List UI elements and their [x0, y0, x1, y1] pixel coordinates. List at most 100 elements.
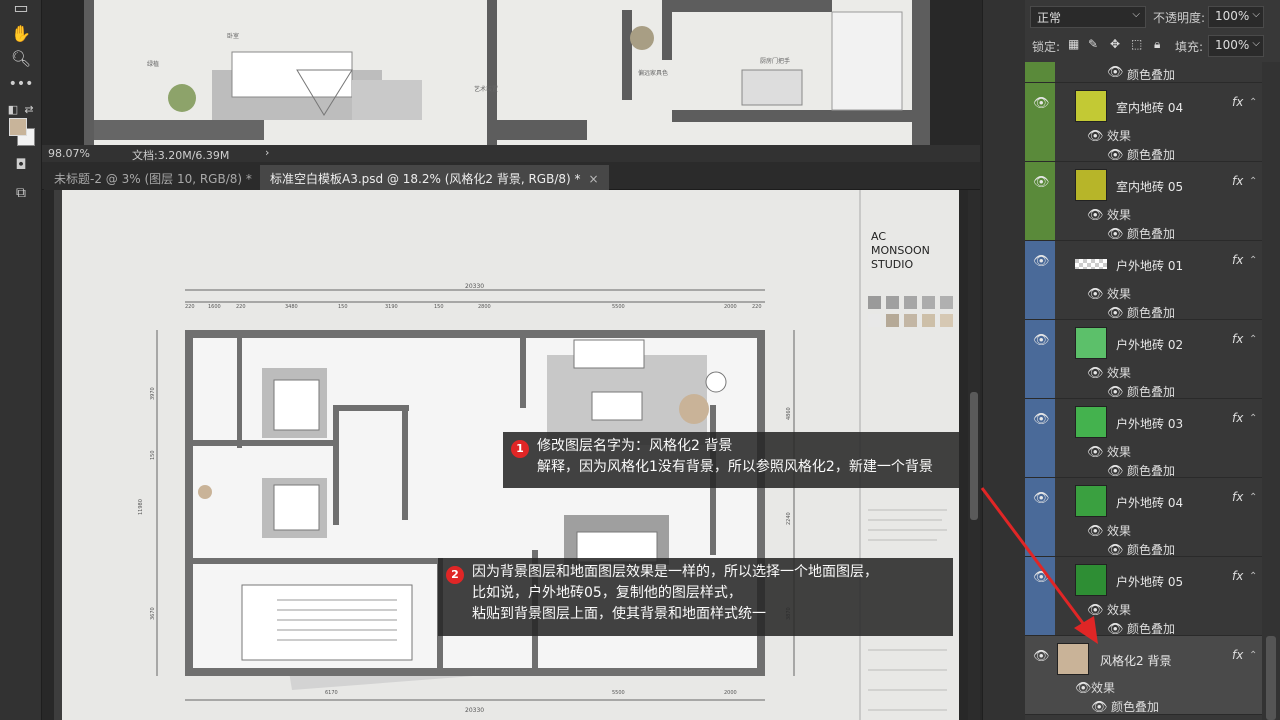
more-tools-icon[interactable]: •••	[8, 71, 34, 97]
close-icon[interactable]: ×	[589, 172, 599, 186]
top-floorplan: 卧室 绿植 艺术装置 偏远家具色 厨房门把手	[84, 0, 930, 145]
zoom-tool-icon[interactable]: 🔍︎	[8, 45, 34, 71]
fx-icon[interactable]: fx	[1232, 174, 1243, 188]
chevron-up-icon[interactable]: ⌃	[1249, 413, 1257, 424]
layer-name[interactable]: 户外地砖 01	[1116, 257, 1183, 274]
chevron-up-icon[interactable]: ⌃	[1249, 255, 1257, 266]
effect-color-overlay: 颜色叠加	[1127, 227, 1176, 241]
blend-mode-select[interactable]: 正常 ⌵	[1030, 6, 1146, 28]
chevron-up-icon[interactable]: ⌃	[1249, 650, 1257, 661]
quick-mask-icon[interactable]: ◘	[8, 152, 34, 178]
eye-icon[interactable]: 👁︎	[1087, 446, 1104, 459]
effect-color-overlay: 颜色叠加	[1127, 68, 1176, 82]
rectangle-tool-icon[interactable]: ▭	[8, 0, 34, 20]
effects-label: 效果	[1107, 524, 1132, 538]
brush-icon[interactable]: ✎	[1088, 37, 1098, 51]
eye-icon[interactable]: 👁︎	[1107, 66, 1124, 79]
layer-name[interactable]: 室内地砖 05	[1116, 178, 1183, 195]
layer-name[interactable]: 户外地砖 02	[1116, 336, 1183, 353]
artboard-icon[interactable]: ⬚	[1131, 37, 1142, 51]
tab-template-a3[interactable]: 标准空白模板A3.psd @ 18.2% (风格化2 背景, RGB/8) * ×	[260, 165, 609, 190]
eye-icon[interactable]: 👁︎	[1087, 367, 1104, 380]
layer-row[interactable]: 👁︎ 室内地砖 04 fx ⌃ 👁︎ 效果 👁︎ 颜色叠加	[1025, 83, 1262, 162]
eye-icon[interactable]: 👁︎	[1033, 97, 1050, 110]
layer-name[interactable]: 室内地砖 04	[1116, 99, 1183, 116]
layer-row[interactable]: 👁︎ 户外地砖 01 fx ⌃ 👁︎ 效果 👁︎ 颜色叠加	[1025, 241, 1262, 320]
layer-name[interactable]: 户外地砖 05	[1116, 573, 1183, 590]
dim-left: 150	[150, 450, 156, 460]
foreground-color-swatch[interactable]	[9, 118, 27, 136]
layer-name[interactable]: 风格化2 背景	[1100, 652, 1171, 669]
layer-thumbnail	[1075, 327, 1107, 359]
chevron-down-icon: ⌵	[1132, 9, 1140, 20]
dim-top: 220	[752, 304, 762, 310]
plan-label: 厨房门把手	[760, 57, 790, 65]
top-document-canvas[interactable]: 卧室 绿植 艺术装置 偏远家具色 厨房门把手	[42, 0, 980, 145]
eye-icon[interactable]: 👁︎	[1033, 176, 1050, 189]
screen-mode-icon[interactable]: ⧉	[8, 180, 34, 206]
layers-scroll-thumb[interactable]	[1266, 636, 1276, 720]
chevron-up-icon[interactable]: ⌃	[1249, 97, 1257, 108]
dim-top: 1600	[208, 304, 221, 310]
layers-scrollbar[interactable]	[1262, 62, 1280, 720]
layer-row[interactable]: 👁︎ 室内地砖 05 fx ⌃ 👁︎ 效果 👁︎ 颜色叠加	[1025, 162, 1262, 241]
status-menu-caret-icon[interactable]: ›	[265, 146, 269, 159]
status-bar: 98.07% 文档:3.20M/6.39M ›	[42, 145, 980, 162]
eye-icon[interactable]: 👁︎	[1033, 413, 1050, 426]
chevron-up-icon[interactable]: ⌃	[1249, 176, 1257, 187]
layer-row[interactable]: 👁︎ 户外地砖 03 fx ⌃ 👁︎ 效果 👁︎ 颜色叠加	[1025, 399, 1262, 478]
layer-name[interactable]: 户外地砖 04	[1116, 494, 1183, 511]
fx-icon[interactable]: fx	[1232, 490, 1243, 504]
main-document-canvas[interactable]: 20330 20330 220 1600 220 3480 150 3190 1…	[42, 190, 980, 720]
opacity-input[interactable]: 100% ⌵	[1208, 6, 1264, 28]
dim-bottom: 2000	[724, 690, 737, 696]
zoom-level[interactable]: 98.07%	[48, 147, 90, 160]
chevron-up-icon[interactable]: ⌃	[1249, 334, 1257, 345]
lock-icon[interactable]: 🔒︎	[1154, 37, 1160, 52]
dim-bottom: 5500	[612, 690, 625, 696]
eye-icon[interactable]: 👁︎	[1107, 465, 1124, 478]
callout-2: 2 因为背景图层和地面图层效果是一样的，所以选择一个地面图层， 比如说，户外地砖…	[438, 558, 953, 636]
fill-label: 填充:	[1175, 40, 1204, 54]
eye-icon[interactable]: 👁︎	[1107, 149, 1124, 162]
fx-icon[interactable]: fx	[1232, 332, 1243, 346]
effect-color-overlay: 颜色叠加	[1111, 700, 1160, 714]
dim-top: 150	[338, 304, 348, 310]
layer-row[interactable]: 👁︎ 户外地砖 02 fx ⌃ 👁︎ 效果 👁︎ 颜色叠加	[1025, 320, 1262, 399]
fx-icon[interactable]: fx	[1232, 95, 1243, 109]
dim-bottom-total: 20330	[465, 707, 484, 714]
eye-icon[interactable]: 👁︎	[1107, 228, 1124, 241]
move-icon[interactable]: ✥	[1110, 37, 1120, 51]
fx-icon[interactable]: fx	[1232, 411, 1243, 425]
fx-icon[interactable]: fx	[1232, 253, 1243, 267]
effect-color-overlay: 颜色叠加	[1127, 543, 1176, 557]
chevron-up-icon[interactable]: ⌃	[1249, 492, 1257, 503]
eye-icon[interactable]: 👁︎	[1091, 701, 1108, 714]
hand-tool-icon[interactable]: ✋	[8, 20, 34, 46]
fx-icon[interactable]: fx	[1232, 648, 1243, 662]
dim-top: 3190	[385, 304, 398, 310]
fx-icon[interactable]: fx	[1232, 569, 1243, 583]
eye-icon[interactable]: 👁︎	[1033, 650, 1050, 663]
effects-label: 效果	[1107, 287, 1132, 301]
layer-effect-row[interactable]: 👁︎ 颜色叠加	[1025, 62, 1262, 83]
plan-label: 绿植	[147, 60, 159, 68]
layer-thumbnail	[1075, 406, 1107, 438]
fill-input[interactable]: 100% ⌵	[1208, 35, 1264, 57]
eye-icon[interactable]: 👁︎	[1087, 288, 1104, 301]
chevron-up-icon[interactable]: ⌃	[1249, 571, 1257, 582]
eye-icon[interactable]: 👁︎	[1107, 386, 1124, 399]
dim-top: 3480	[285, 304, 298, 310]
eye-icon[interactable]: 👁︎	[1107, 307, 1124, 320]
layer-name[interactable]: 户外地砖 03	[1116, 415, 1183, 432]
eye-icon[interactable]: 👁︎	[1087, 130, 1104, 143]
effect-color-overlay: 颜色叠加	[1127, 385, 1176, 399]
lock-transparency-icon[interactable]: ▦	[1068, 37, 1079, 51]
eye-icon[interactable]: 👁︎	[1033, 255, 1050, 268]
callout-line: 修改图层名字为：风格化2 背景	[537, 438, 733, 454]
eye-icon[interactable]: 👁︎	[1075, 682, 1092, 695]
tab-untitled-2[interactable]: 未标题-2 @ 3% (图层 10, RGB/8) *×	[44, 165, 280, 190]
eye-icon[interactable]: 👁︎	[1087, 209, 1104, 222]
eye-icon[interactable]: 👁︎	[1033, 334, 1050, 347]
plan-label: 艺术装置	[474, 85, 498, 93]
